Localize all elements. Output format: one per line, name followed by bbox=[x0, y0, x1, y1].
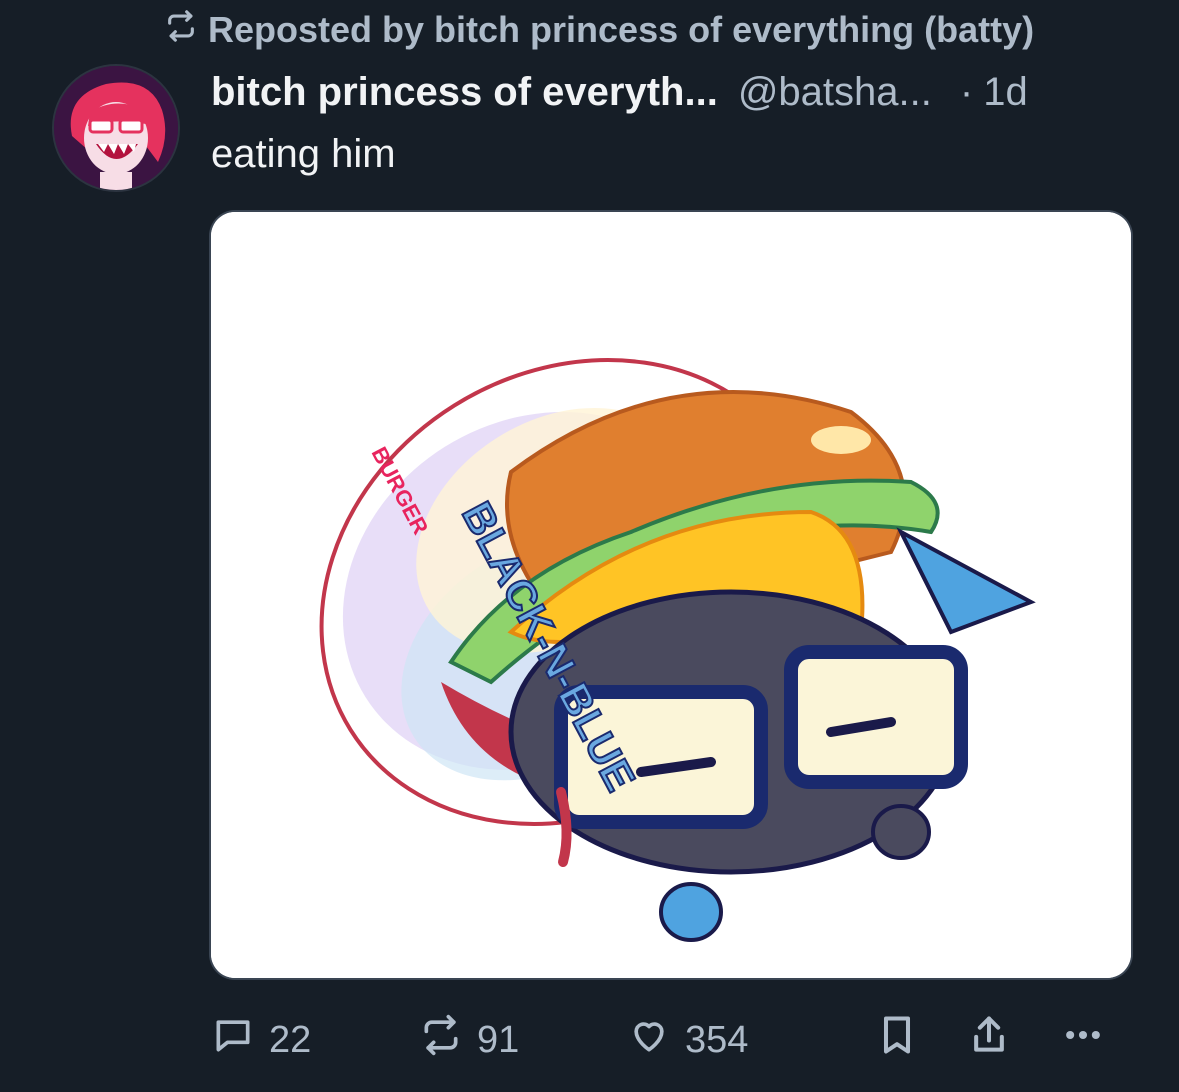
post-image[interactable]: BLACK-N-BLUE BURGER bbox=[211, 212, 1131, 978]
burger-illustration: BLACK-N-BLUE BURGER bbox=[211, 212, 1131, 978]
avatar[interactable] bbox=[54, 66, 178, 190]
like-count: 354 bbox=[685, 1018, 749, 1061]
post-timestamp[interactable]: 1d bbox=[983, 70, 1028, 115]
repost-indicator[interactable]: Reposted by bitch princess of everything… bbox=[164, 8, 1034, 52]
ellipsis-icon bbox=[1061, 1013, 1105, 1067]
bookmark-button[interactable] bbox=[875, 1010, 919, 1070]
repost-icon bbox=[164, 9, 198, 52]
reply-count: 22 bbox=[269, 1018, 312, 1061]
repost-label: Reposted by bitch princess of everything… bbox=[208, 9, 1035, 50]
author-handle[interactable]: @batsha... bbox=[738, 70, 932, 115]
post-text: eating him bbox=[211, 132, 396, 176]
repost-button[interactable]: 91 bbox=[419, 1010, 519, 1070]
separator-dot: · bbox=[959, 69, 974, 114]
post-actions: 22 91 354 bbox=[211, 1010, 1131, 1070]
bookmark-icon bbox=[875, 1013, 919, 1067]
heart-icon bbox=[627, 1013, 671, 1067]
repost-arrows-icon bbox=[419, 1013, 463, 1067]
like-button[interactable]: 354 bbox=[627, 1010, 748, 1070]
more-options-button[interactable] bbox=[1061, 1010, 1105, 1070]
author-display-name[interactable]: bitch princess of everyth... bbox=[211, 70, 718, 115]
share-button[interactable] bbox=[967, 1010, 1011, 1070]
reply-button[interactable]: 22 bbox=[211, 1010, 311, 1070]
speech-bubble-icon bbox=[211, 1013, 255, 1067]
repost-count: 91 bbox=[477, 1018, 520, 1061]
post-header: bitch princess of everyth... @batsha... … bbox=[211, 66, 1028, 118]
share-upload-icon bbox=[967, 1013, 1011, 1067]
